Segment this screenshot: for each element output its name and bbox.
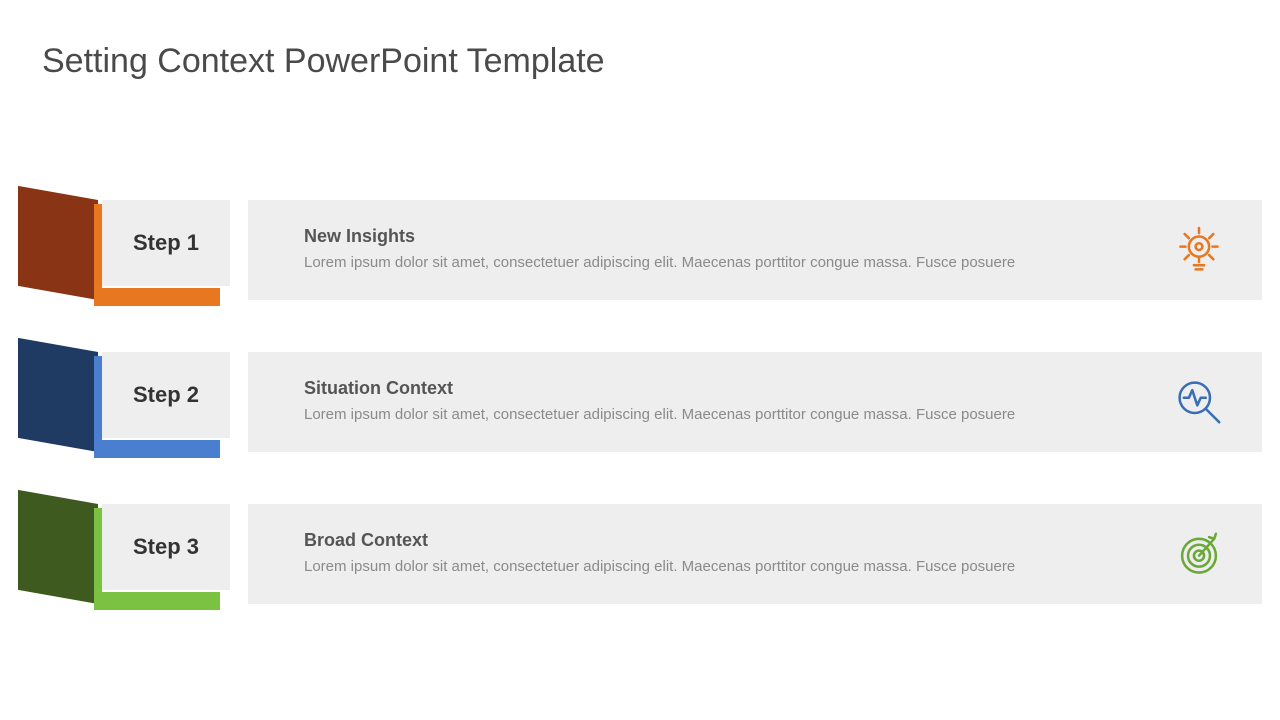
target-icon — [1172, 527, 1226, 581]
content-bar: New Insights Lorem ipsum dolor sit amet,… — [248, 200, 1262, 300]
content-body: Lorem ipsum dolor sit amet, consectetuer… — [304, 557, 1126, 577]
step-row: Step 1 New Insights Lorem ipsum dolor si… — [0, 200, 1280, 304]
content-text: New Insights Lorem ipsum dolor sit amet,… — [304, 226, 1206, 273]
step-label: Step 1 — [102, 200, 230, 286]
step-accent — [94, 288, 220, 306]
content-bar: Situation Context Lorem ipsum dolor sit … — [248, 352, 1262, 452]
step-label: Step 3 — [102, 504, 230, 590]
content-text: Situation Context Lorem ipsum dolor sit … — [304, 378, 1206, 425]
step-row: Step 3 Broad Context Lorem ipsum dolor s… — [0, 504, 1280, 608]
slide-title: Setting Context PowerPoint Template — [42, 42, 605, 81]
content-heading: Broad Context — [304, 530, 1126, 551]
step-row: Step 2 Situation Context Lorem ipsum dol… — [0, 352, 1280, 456]
step-block: Step 3 — [0, 504, 230, 608]
pulse-magnifier-icon — [1172, 375, 1226, 429]
content-heading: New Insights — [304, 226, 1126, 247]
content-heading: Situation Context — [304, 378, 1126, 399]
step-block: Step 1 — [0, 200, 230, 304]
lightbulb-icon — [1172, 223, 1226, 277]
steps-container: Step 1 New Insights Lorem ipsum dolor si… — [0, 200, 1280, 656]
content-bar: Broad Context Lorem ipsum dolor sit amet… — [248, 504, 1262, 604]
step-wedge — [18, 490, 98, 604]
content-body: Lorem ipsum dolor sit amet, consectetuer… — [304, 405, 1126, 425]
step-wedge — [18, 338, 98, 452]
step-wedge — [18, 186, 98, 300]
content-text: Broad Context Lorem ipsum dolor sit amet… — [304, 530, 1206, 577]
content-body: Lorem ipsum dolor sit amet, consectetuer… — [304, 253, 1126, 273]
step-block: Step 2 — [0, 352, 230, 456]
step-accent — [94, 440, 220, 458]
step-label: Step 2 — [102, 352, 230, 438]
step-accent — [94, 592, 220, 610]
